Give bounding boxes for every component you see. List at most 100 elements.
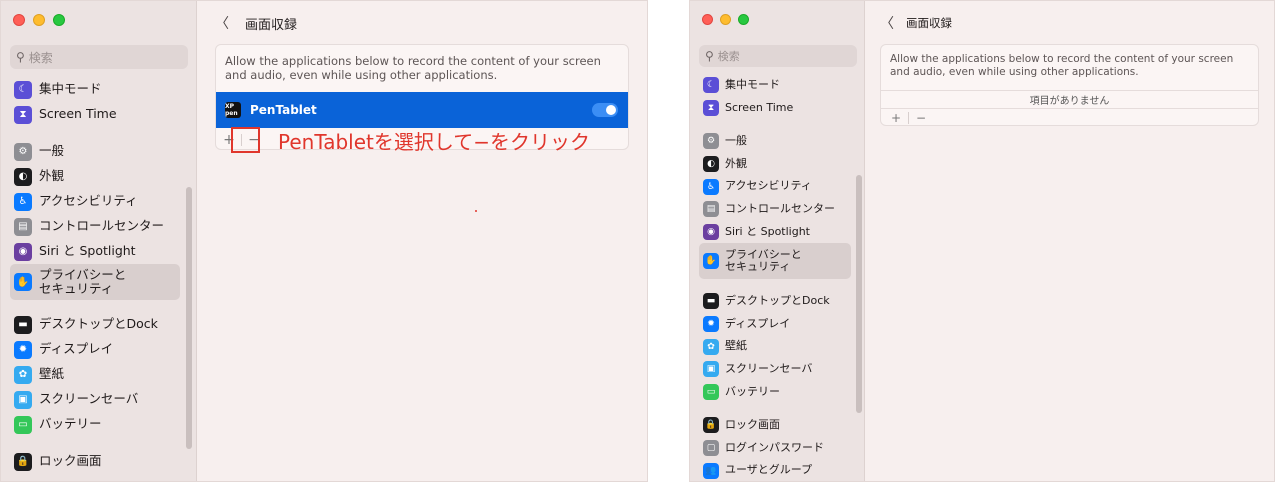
sidebar-item-label: プライバシーと セキュリティ — [725, 247, 802, 274]
sidebar: ⚲ 検索 ☾ 集中モード ⧗ Screen Time ⚙ 一般 ◐ 外観 ♿ アクセシビリティ ▤ コ… — [690, 1, 865, 481]
control-center-icon: ▤ — [703, 201, 719, 218]
sidebar-item[interactable]: ✹ ディスプレイ — [699, 313, 851, 336]
sidebar-item-label: スクリーンセーバ — [39, 391, 139, 407]
sidebar-item[interactable]: ▤ コントロールセンター — [10, 214, 180, 239]
remove-button[interactable]: − — [912, 111, 930, 125]
sidebar-item[interactable]: ☾ 集中モード — [699, 74, 851, 97]
appearance-icon: ◐ — [703, 156, 719, 173]
sidebar-item[interactable]: ♿ アクセシビリティ — [699, 175, 851, 198]
sidebar-item[interactable]: ▣ スクリーンセーバ — [10, 387, 180, 412]
sidebar-item-label: 集中モード — [725, 77, 780, 91]
sidebar-item[interactable]: 🔒 ロック画面 — [10, 449, 180, 474]
page-title: 画面収録 — [245, 17, 298, 33]
search-icon: ⚲ — [705, 49, 714, 63]
sidebar-item[interactable]: ▢ ログインパスワード — [699, 437, 851, 460]
sidebar-item[interactable]: ⧗ Screen Time — [699, 97, 851, 120]
close-button[interactable] — [702, 14, 713, 25]
screensaver-icon: ▣ — [703, 361, 719, 378]
sidebar-item[interactable]: ⚙ 一般 — [10, 139, 180, 164]
sidebar-item[interactable]: 🔒 ロック画面 — [699, 414, 851, 437]
appearance-icon: ◐ — [14, 167, 32, 186]
gear-icon: ⚙ — [703, 133, 719, 150]
sidebar-scrollbar[interactable] — [856, 175, 862, 413]
close-button[interactable] — [13, 14, 25, 26]
dock-icon: ▬ — [14, 315, 32, 334]
sidebar-item[interactable]: ▭ バッテリー — [699, 381, 851, 404]
sidebar: ⚲ 検索 ☾ 集中モード ⧗ Screen Time ⚙ 一般 ◐ 外観 ♿ アクセシビリティ ▤ コ… — [1, 1, 197, 481]
screensaver-icon: ▣ — [14, 390, 32, 409]
sidebar-nav: ☾ 集中モード ⧗ Screen Time ⚙ 一般 ◐ 外観 ♿ アクセシビリティ ▤ コントロール… — [699, 74, 851, 481]
sidebar-item[interactable]: ◉ Siri と Spotlight — [699, 221, 851, 244]
sidebar-item-label: Siri と Spotlight — [39, 243, 136, 259]
sidebar-item[interactable]: ▬ デスクトップとDock — [10, 312, 180, 337]
sidebar-item[interactable]: ▤ コントロールセンター — [699, 198, 851, 221]
sidebar-item[interactable]: ✿ 壁紙 — [10, 362, 180, 387]
hourglass-icon: ⧗ — [703, 99, 719, 116]
sidebar-scrollbar[interactable] — [186, 187, 192, 449]
instruction-annotation: PenTabletを選択して−をクリック — [278, 130, 591, 154]
minimize-button[interactable] — [33, 14, 45, 26]
password-icon: ▢ — [703, 440, 719, 457]
sidebar-item-label: スクリーンセーバ — [725, 361, 813, 375]
sidebar-item[interactable]: ▣ スクリーンセーバ — [699, 358, 851, 381]
sidebar-nav: ☾ 集中モード ⧗ Screen Time ⚙ 一般 ◐ 外観 ♿ アクセシビリティ ▤ コントロール… — [10, 77, 180, 474]
sidebar-item[interactable]: ▬ デスクトップとDock — [699, 290, 851, 313]
sidebar-item[interactable]: ✿ 壁紙 — [699, 335, 851, 358]
zoom-button[interactable] — [53, 14, 65, 26]
remove-button-highlight — [231, 127, 260, 153]
search-input[interactable]: ⚲ 検索 — [10, 45, 188, 69]
hand-icon: ✋ — [14, 273, 32, 291]
sidebar-item[interactable]: ▭ バッテリー — [10, 412, 180, 437]
window-controls — [702, 14, 749, 25]
sidebar-item[interactable]: ✋ プライバシーと セキュリティ — [699, 243, 851, 280]
back-chevron-icon[interactable]: 〈 — [880, 13, 894, 33]
sidebar-item[interactable]: ◐ 外観 — [699, 153, 851, 176]
sidebar-item-label: Siri と Spotlight — [725, 224, 810, 238]
add-remove-bar: + − — [881, 109, 1258, 125]
sidebar-item[interactable]: ☾ 集中モード — [10, 77, 180, 102]
sidebar-item[interactable]: ✋ プライバシーと セキュリティ — [10, 264, 180, 300]
app-name: PenTablet — [250, 103, 317, 117]
search-placeholder: 検索 — [28, 50, 53, 65]
permission-description: Allow the applications below to record t… — [225, 54, 601, 82]
back-chevron-icon[interactable]: 〈 — [215, 13, 229, 33]
sidebar-item-label: コントロールセンター — [725, 201, 835, 215]
accessibility-icon: ♿ — [703, 178, 719, 195]
sidebar-item[interactable]: ⚙ 一般 — [699, 130, 851, 153]
sidebar-item-label: ユーザとグループ — [725, 463, 813, 477]
app-row-pentablet[interactable]: XP pen PenTablet — [216, 92, 628, 128]
accessibility-icon: ♿ — [14, 192, 32, 211]
sidebar-item-label: 一般 — [725, 134, 747, 148]
search-icon: ⚲ — [16, 50, 25, 64]
permission-toggle[interactable] — [592, 103, 618, 117]
sidebar-item[interactable]: ◐ 外観 — [10, 164, 180, 189]
sidebar-item[interactable]: ◉ Siri と Spotlight — [10, 239, 180, 264]
battery-icon: ▭ — [703, 383, 719, 400]
sidebar-item-label: バッテリー — [39, 416, 102, 432]
sidebar-item-label: 外観 — [39, 168, 65, 184]
empty-list-message: 項目がありません — [881, 90, 1258, 109]
sidebar-item[interactable]: ✹ ディスプレイ — [10, 337, 180, 362]
sidebar-item-label: 壁紙 — [725, 339, 747, 353]
dock-icon: ▬ — [703, 293, 719, 310]
sidebar-item[interactable]: ⧗ Screen Time — [10, 102, 180, 127]
sidebar-item[interactable]: ♿ アクセシビリティ — [10, 189, 180, 214]
sidebar-item-label: 壁紙 — [39, 366, 65, 382]
hourglass-icon: ⧗ — [14, 105, 32, 124]
sidebar-item-label: アクセシビリティ — [39, 193, 138, 209]
sidebar-item-label: ディスプレイ — [39, 341, 114, 357]
sidebar-item-label: デスクトップとDock — [725, 294, 830, 308]
sun-icon: ✹ — [703, 316, 719, 333]
sidebar-item[interactable]: 👥 ユーザとグループ — [699, 459, 851, 481]
sidebar-item-label: デスクトップとDock — [39, 316, 158, 332]
minimize-button[interactable] — [720, 14, 731, 25]
search-input[interactable]: ⚲ 検索 — [699, 45, 857, 67]
divider — [908, 112, 909, 124]
sidebar-item-label: ロック画面 — [725, 418, 780, 432]
permission-description: Allow the applications below to record t… — [890, 53, 1234, 78]
sidebar-item-label: ディスプレイ — [725, 316, 791, 330]
zoom-button[interactable] — [738, 14, 749, 25]
lock-icon: 🔒 — [14, 452, 32, 471]
add-button[interactable]: + — [887, 111, 905, 125]
sidebar-item-label: ログインパスワード — [725, 440, 824, 454]
